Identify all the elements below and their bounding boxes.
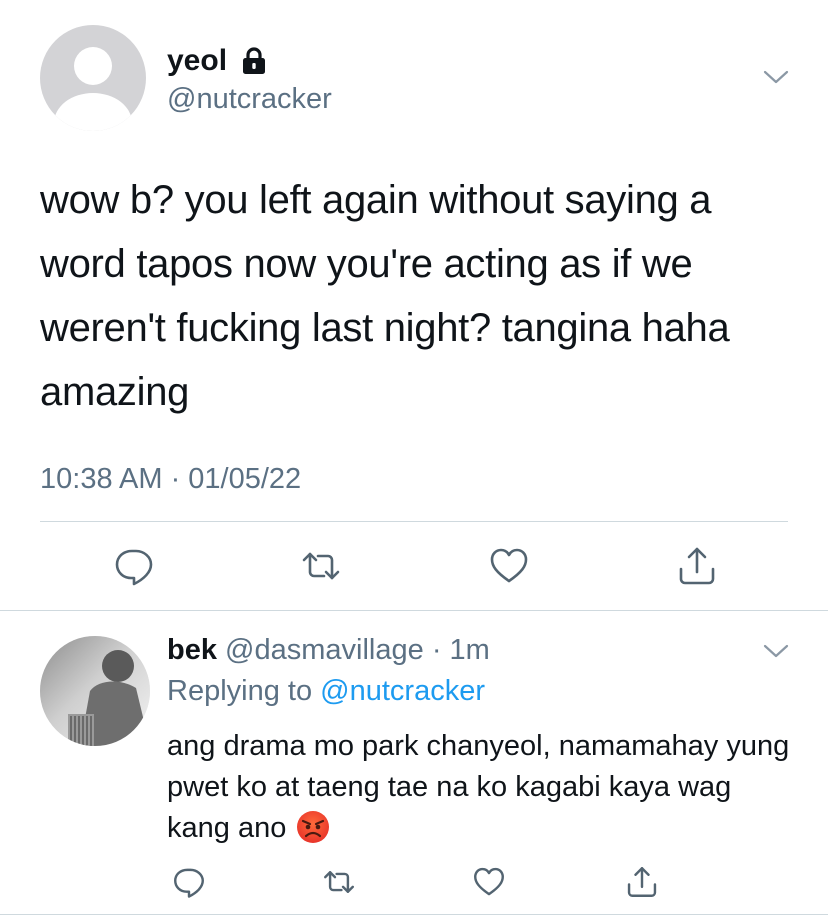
replying-to: Replying to @nutcracker	[167, 674, 485, 708]
separator-dot: ·	[431, 634, 442, 666]
share-icon[interactable]	[676, 545, 718, 587]
lock-icon	[243, 47, 265, 74]
reply-timestamp[interactable]: 1m	[450, 634, 490, 666]
display-name[interactable]: bek	[167, 634, 217, 666]
retweet-icon[interactable]	[322, 865, 356, 899]
reply-icon[interactable]	[172, 865, 206, 899]
reply-text: ang drama mo park chanyeol, namamahay yu…	[167, 730, 790, 844]
avatar-head-shape	[74, 47, 112, 85]
divider	[0, 914, 828, 915]
avatar-body-shape	[54, 93, 132, 131]
divider	[40, 521, 788, 522]
retweet-icon[interactable]	[300, 545, 342, 587]
tweet-text: wow b? you left again without saying a w…	[40, 178, 730, 414]
avatar[interactable]	[40, 25, 146, 131]
heart-icon[interactable]	[488, 545, 530, 587]
reply-icon[interactable]	[113, 545, 155, 587]
chevron-down-icon[interactable]	[762, 66, 790, 88]
user-handle[interactable]: @nutcracker	[167, 82, 332, 116]
replying-to-handle-link[interactable]: @nutcracker	[320, 675, 485, 707]
chevron-down-icon[interactable]	[762, 641, 790, 661]
share-icon[interactable]	[625, 865, 659, 899]
replying-to-label: Replying to	[167, 675, 313, 707]
avatar[interactable]	[40, 636, 150, 746]
display-name[interactable]: yeol	[167, 44, 227, 78]
user-handle[interactable]: @dasmavillage	[225, 634, 424, 666]
tweet-timestamp[interactable]: 10:38 AM · 01/05/22	[40, 462, 301, 496]
angry-face-emoji	[297, 811, 330, 843]
divider	[0, 610, 828, 611]
reply-header: bek @dasmavillage · 1m	[167, 633, 490, 667]
reply-text-container: ang drama mo park chanyeol, namamahay yu…	[167, 726, 797, 849]
heart-icon[interactable]	[472, 865, 506, 899]
